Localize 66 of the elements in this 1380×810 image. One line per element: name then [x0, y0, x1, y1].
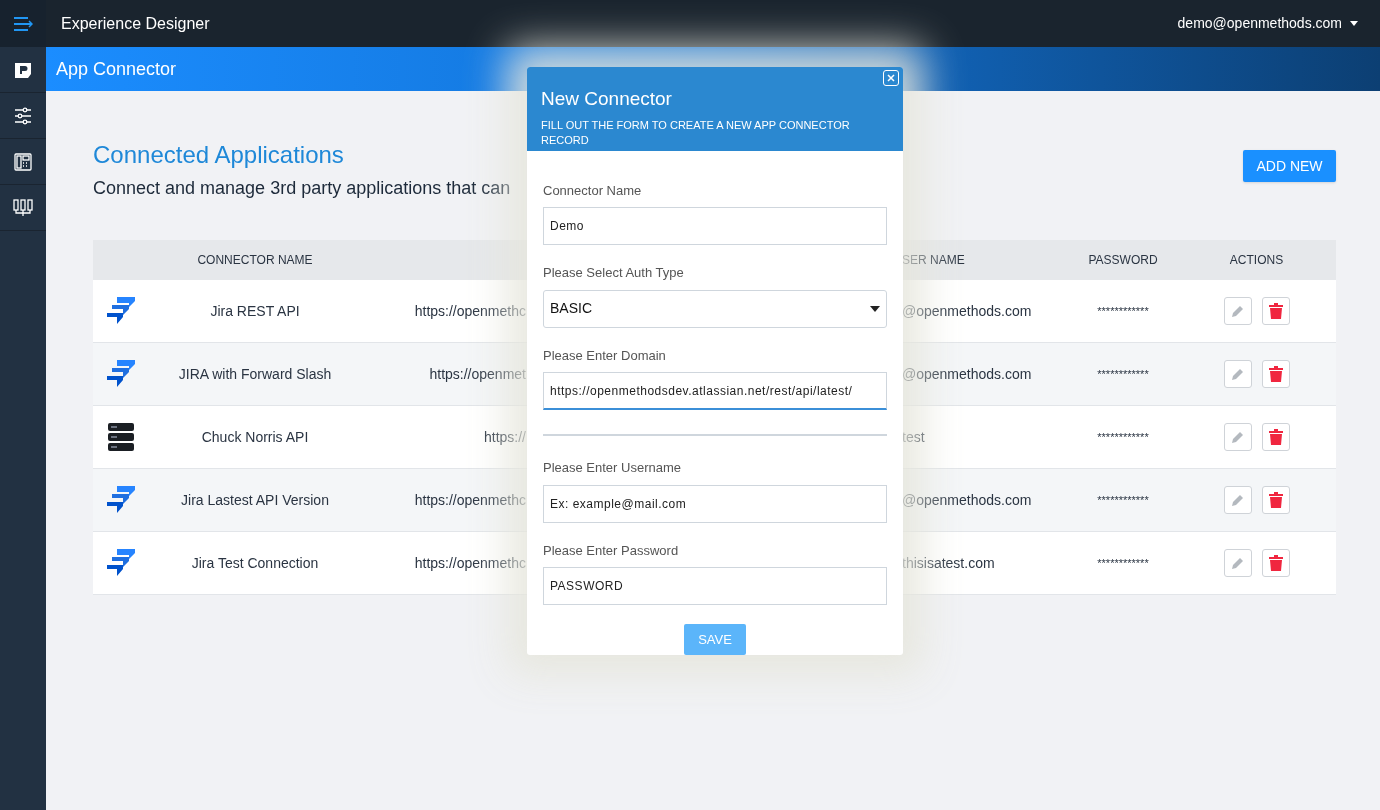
table-cell-text: https://openmethc — [414, 553, 526, 573]
delete-button[interactable] — [1261, 360, 1290, 388]
page-title: App Connector — [56, 57, 177, 81]
trash-icon — [1268, 555, 1283, 571]
auth-type-select[interactable]: BASIC — [543, 289, 887, 328]
table-cell-text: ************ — [1096, 492, 1150, 508]
menu-icon[interactable] — [13, 16, 33, 31]
table-cell: @openmethods.com — [902, 365, 1032, 382]
table-cell-text: https://openmethc — [414, 490, 526, 510]
close-icon — [887, 74, 895, 82]
table-cell-text: Chuck Norris API — [200, 427, 310, 447]
table-cell-text: Jira REST API — [209, 301, 301, 321]
column-header: ACTIONS — [1228, 252, 1285, 269]
section-subtitle: Connect and manage 3rd party applications that can — [93, 177, 511, 200]
app-title: Experience Designer — [61, 13, 210, 34]
column-header: CONNECTOR NAME — [196, 252, 314, 269]
table-cell-text: https:// — [483, 427, 526, 447]
trash-icon — [1268, 366, 1283, 382]
table-cell-text: ************ — [1096, 429, 1150, 445]
column-header: SER NAME — [902, 252, 966, 269]
table-cell: @openmethods.com — [902, 491, 1032, 508]
table-cell-text: ************ — [1096, 366, 1150, 382]
field-label: Please Enter Domain — [543, 346, 667, 365]
field-label: Please Enter Password — [543, 541, 680, 560]
text-field[interactable]: Demo — [543, 207, 887, 245]
user-menu[interactable]: demo@openmethods.com — [1177, 13, 1358, 34]
text-field[interactable]: Ex: example@mail.com — [543, 484, 887, 523]
table-cell: @openmethods.com — [902, 302, 1032, 319]
text-field[interactable]: https://openmethodsdev.atlassian.net/rest/api/latest/ — [543, 372, 887, 410]
sliders-icon[interactable] — [14, 106, 32, 125]
field-label: Please Select Auth Type — [543, 264, 685, 282]
column-header: PASSWORD — [1087, 252, 1159, 269]
table-cell-text: https://openmethc — [414, 301, 526, 321]
pencil-icon — [1230, 493, 1245, 507]
dropdown-caret-icon — [870, 305, 880, 312]
trash-icon — [1268, 429, 1283, 445]
logo-p-icon[interactable] — [14, 60, 32, 79]
pencil-icon — [1230, 367, 1245, 381]
close-button[interactable] — [883, 70, 899, 86]
table-cell-text: ************ — [1096, 303, 1150, 319]
table-cell-text: Jira Test Connection — [190, 553, 320, 573]
desk-phone-icon[interactable] — [14, 152, 32, 171]
pencil-icon — [1230, 556, 1245, 570]
pencil-icon — [1230, 430, 1245, 444]
delete-button[interactable] — [1261, 423, 1290, 451]
table-cell-text: JIRA with Forward Slash — [177, 364, 333, 384]
table-cell: test — [902, 428, 925, 445]
table-cell-text: ************ — [1096, 555, 1150, 571]
field-label: Please Enter Username — [543, 459, 682, 477]
trash-icon — [1268, 303, 1283, 319]
field-label: Connector Name — [543, 181, 643, 200]
delete-button[interactable] — [1261, 486, 1290, 514]
table-cell-text: Jira Lastest API Version — [180, 490, 330, 510]
delete-button[interactable] — [1261, 297, 1290, 325]
table-cell: thisisatest.com — [902, 554, 995, 571]
caret-icon — [1350, 21, 1358, 26]
network-icon[interactable] — [13, 198, 33, 217]
section-heading: Connected Applications — [93, 140, 345, 170]
table-cell-text: https://openmet — [429, 364, 526, 384]
trash-icon — [1268, 492, 1283, 508]
pencil-icon — [1230, 304, 1245, 318]
dialog-subtitle: FILL OUT THE FORM TO CREATE A NEW APP CONNECTOR RECORD — [541, 117, 851, 148]
text-field[interactable]: PASSWORD — [543, 567, 887, 605]
server-icon — [107, 421, 135, 453]
delete-button[interactable] — [1261, 549, 1290, 577]
dialog-title: New Connector — [541, 87, 673, 111]
